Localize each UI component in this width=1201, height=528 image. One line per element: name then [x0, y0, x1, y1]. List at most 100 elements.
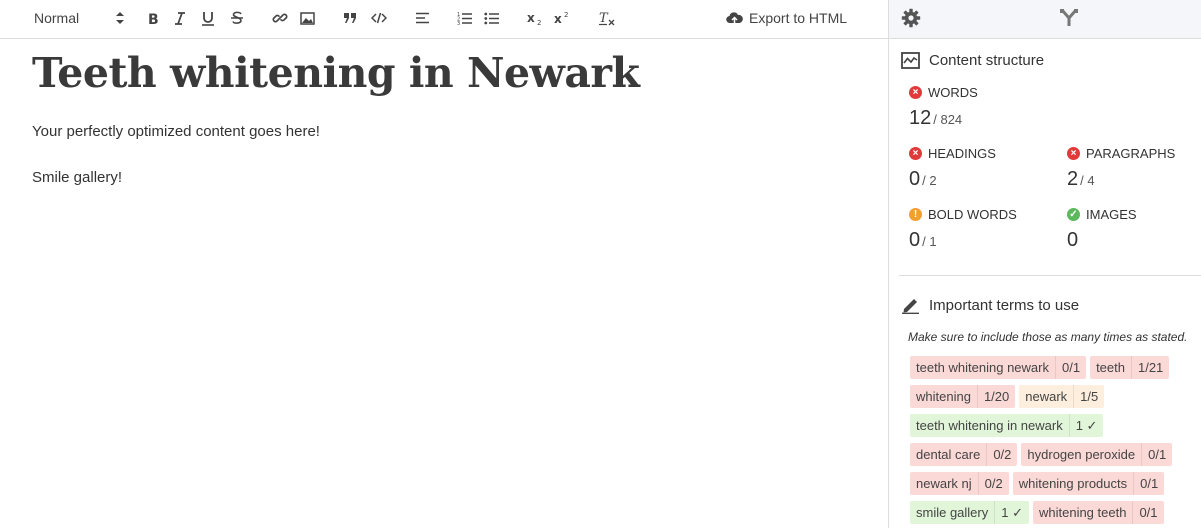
- paragraph[interactable]: Your perfectly optimized content goes he…: [32, 122, 868, 142]
- link-button[interactable]: [271, 0, 289, 36]
- code-icon: [371, 12, 387, 24]
- document-title[interactable]: Teeth whitening in Newark: [32, 44, 868, 102]
- strikethrough-icon: [231, 11, 243, 24]
- term-count: 0/1: [1054, 356, 1086, 379]
- quote-icon: [344, 13, 356, 23]
- image-button[interactable]: [298, 0, 316, 36]
- subscript-icon: x2: [527, 11, 541, 26]
- image-icon: [299, 11, 315, 25]
- content-structure-title: Content structure: [929, 52, 1045, 69]
- term-text: teeth: [1096, 360, 1125, 375]
- term-count: 0/1: [1141, 443, 1172, 466]
- metric-label: WORDS: [928, 85, 978, 100]
- metric-value: 0: [909, 168, 921, 190]
- term-chip[interactable]: smile gallery 1 ✓: [910, 501, 1029, 524]
- svg-text:B: B: [148, 12, 159, 25]
- term-chip[interactable]: dental care 0/2: [910, 443, 1018, 466]
- clear-format-button[interactable]: T: [597, 0, 617, 36]
- term-chip[interactable]: whitening teeth 0/1: [1032, 501, 1164, 524]
- svg-text:2: 2: [537, 19, 541, 26]
- term-chip[interactable]: teeth whitening in newark 1 ✓: [910, 414, 1104, 437]
- clear-format-icon: T: [599, 11, 615, 26]
- metric-target: / 824: [933, 112, 963, 127]
- editor-toolbar: Normal B 1 2 3 x 2 x 2 T Export to HTML: [0, 0, 888, 39]
- metric-bold-words: ! BOLD WORDS 0/ 1: [909, 207, 1017, 252]
- terms-list: teeth whitening newark 0/1 teeth 1/21 whiten…: [910, 356, 1195, 524]
- term-count: 1 ✓: [1068, 414, 1104, 437]
- svg-text:x: x: [554, 12, 562, 26]
- term-chip[interactable]: whitening 1/20: [910, 385, 1016, 408]
- metric-label: BOLD WORDS: [928, 207, 1017, 222]
- paragraph[interactable]: Smile gallery!: [32, 168, 868, 188]
- terms-title: Important terms to use: [929, 296, 1080, 314]
- chart-pulse-icon: [901, 52, 920, 69]
- term-count: 1 ✓: [994, 501, 1029, 524]
- export-html-button[interactable]: Export to HTML: [726, 0, 847, 36]
- term-text: teeth whitening in newark: [916, 418, 1063, 433]
- bullet-list-icon: [484, 12, 499, 24]
- term-chip[interactable]: newark 1/5: [1019, 385, 1105, 408]
- italic-button[interactable]: [172, 0, 188, 36]
- term-text: dental care: [916, 447, 981, 462]
- terms-hint: Make sure to include those as many times…: [908, 330, 1188, 344]
- term-text: whitening products: [1018, 476, 1128, 491]
- gear-icon: [901, 8, 921, 28]
- align-left-icon: [415, 12, 429, 24]
- term-text: whitening teeth: [1038, 505, 1127, 520]
- ordered-list-icon: 123: [457, 12, 472, 25]
- warning-icon: !: [909, 208, 922, 221]
- terms-header: Important terms to use: [901, 296, 1079, 314]
- metric-value: 2: [1067, 168, 1079, 190]
- term-chip[interactable]: teeth 1/21: [1090, 356, 1170, 379]
- editor-pane: Normal B 1 2 3 x 2 x 2 T Export to HTML …: [0, 0, 888, 528]
- metric-value: 0: [909, 229, 921, 251]
- ordered-list-button[interactable]: 123: [456, 0, 474, 36]
- tab-structure[interactable]: [1056, 5, 1082, 31]
- blockquote-button[interactable]: [342, 0, 358, 36]
- bullet-list-button[interactable]: [483, 0, 501, 36]
- divider: [899, 275, 1201, 276]
- term-chip[interactable]: newark nj 0/2: [910, 472, 1009, 495]
- tab-settings[interactable]: [898, 5, 924, 31]
- superscript-button[interactable]: x2: [553, 0, 573, 36]
- select-arrows-icon: [116, 12, 124, 24]
- editor-content[interactable]: Teeth whitening in Newark Your perfectly…: [32, 44, 868, 188]
- error-icon: ×: [909, 147, 922, 160]
- term-count: 1/21: [1130, 356, 1169, 379]
- metric-label: PARAGRAPHS: [1086, 146, 1176, 161]
- sidebar-tabs: [889, 0, 1201, 39]
- term-text: whitening: [916, 389, 971, 404]
- align-button[interactable]: [413, 0, 431, 36]
- metric-headings: × HEADINGS 0/ 2: [909, 146, 996, 191]
- metric-value: 12: [909, 107, 932, 129]
- term-chip[interactable]: hydrogen peroxide 0/1: [1021, 443, 1173, 466]
- svg-text:2: 2: [564, 11, 568, 19]
- branch-icon: [1060, 9, 1078, 26]
- metric-target: / 1: [922, 234, 937, 249]
- code-button[interactable]: [370, 0, 388, 36]
- svg-text:T: T: [599, 11, 609, 26]
- metric-paragraphs: × PARAGRAPHS 2/ 4: [1067, 146, 1175, 191]
- metric-images: ✓ IMAGES 0: [1067, 207, 1137, 252]
- link-icon: [272, 13, 288, 23]
- error-icon: ×: [1067, 147, 1080, 160]
- metric-target: / 2: [922, 173, 937, 188]
- term-count: 0/2: [977, 472, 1009, 495]
- bold-icon: B: [148, 12, 159, 25]
- underline-icon: [202, 11, 214, 26]
- format-select[interactable]: Normal: [34, 0, 124, 36]
- term-count: 1/5: [1073, 385, 1104, 408]
- metric-label: IMAGES: [1086, 207, 1137, 222]
- term-chip[interactable]: whitening products 0/1: [1012, 472, 1165, 495]
- metric-target: / 4: [1080, 173, 1095, 188]
- error-icon: ×: [909, 86, 922, 99]
- content-structure-header: Content structure: [901, 52, 1044, 69]
- strikethrough-button[interactable]: [228, 0, 246, 36]
- subscript-button[interactable]: x2: [526, 0, 546, 36]
- term-chip[interactable]: teeth whitening newark 0/1: [910, 356, 1087, 379]
- check-icon: ✓: [1067, 208, 1080, 221]
- term-count: 1/20: [976, 385, 1015, 408]
- underline-button[interactable]: [199, 0, 217, 36]
- svg-text:3: 3: [457, 21, 460, 25]
- bold-button[interactable]: B: [145, 0, 161, 36]
